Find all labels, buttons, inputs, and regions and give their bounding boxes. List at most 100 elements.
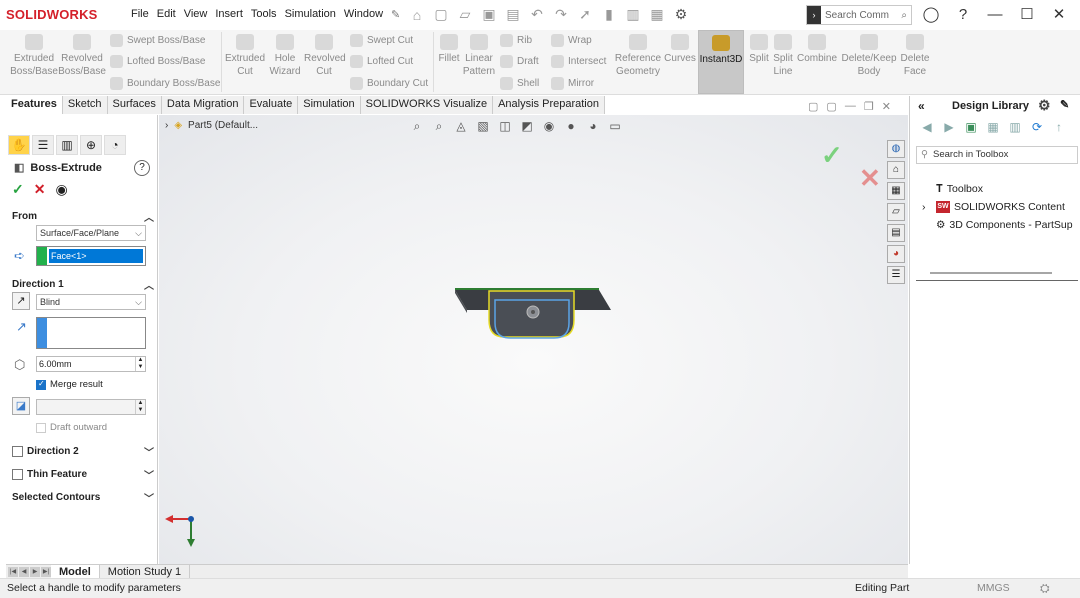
new-document-icon[interactable]: ▢ [432, 6, 450, 23]
collapse-panel-icon[interactable]: « [918, 99, 925, 113]
graphics-area[interactable]: › ◈ Part5 (Default... ⌕ ⌕ ◬ ▧ ◫ ◩ ◉ ● ◕ … [159, 115, 908, 564]
customize-icon[interactable]: ⛭ [1040, 579, 1050, 597]
boundary-boss-button[interactable]: Boundary Boss/Base [110, 77, 220, 90]
delete-keep-body-button[interactable]: Delete/Keep Body [840, 34, 898, 78]
next-tab-icon[interactable]: ▶ [30, 566, 40, 577]
horizontal-scrollbar[interactable] [930, 272, 1052, 274]
tree-item-solidworks-content[interactable]: › SW SOLIDWORKS Content [922, 198, 1073, 216]
fillet-button[interactable]: Fillet [436, 34, 462, 65]
part-model[interactable] [449, 275, 619, 345]
draft-toggle-icon[interactable]: ◪ [12, 397, 30, 415]
rebuild-icon[interactable]: ▮ [600, 6, 618, 23]
menu-window[interactable]: Window [340, 8, 387, 21]
direction-selection-box[interactable] [36, 317, 146, 349]
preview-icon[interactable]: ◉ [55, 181, 67, 198]
tab-motion-study[interactable]: Motion Study 1 [100, 564, 191, 579]
help-button[interactable]: ? [134, 160, 150, 176]
design-library-icon[interactable]: ▦ [887, 182, 905, 200]
apply-scene-icon[interactable]: ◕ [585, 119, 601, 134]
draft-outward-checkbox[interactable]: Draft outward [36, 422, 107, 433]
intersect-button[interactable]: Intersect [551, 55, 606, 68]
menu-edit[interactable]: Edit [153, 8, 180, 21]
refresh-icon[interactable]: ⟳ [1028, 120, 1046, 134]
tab-analysis-preparation[interactable]: Analysis Preparation [493, 96, 605, 114]
add-location-icon[interactable]: ▣ [962, 120, 980, 134]
mirror-button[interactable]: Mirror [551, 77, 594, 90]
tree-item-3d-components[interactable]: ⚙ 3D Components - PartSup [922, 216, 1073, 234]
end-condition-select[interactable]: Blind ⌵ [36, 294, 146, 310]
pin-icon[interactable]: ✎ [1060, 98, 1069, 111]
wrap-button[interactable]: Wrap [551, 34, 592, 47]
search-input[interactable]: Search Comm [821, 10, 901, 21]
last-tab-icon[interactable]: ▶| [41, 566, 51, 577]
curves-button[interactable]: Curves [664, 34, 696, 65]
depth-input[interactable]: 6.00mm ▲ ▼ [36, 356, 146, 372]
create-folder-icon[interactable]: ▦ [984, 120, 1002, 134]
redo-icon[interactable]: ↷ [552, 6, 570, 23]
display-manager-icon[interactable]: ◔ [104, 135, 126, 155]
tab-data-migration[interactable]: Data Migration [161, 96, 245, 114]
view-palette-icon[interactable]: ▤ [887, 224, 905, 242]
close-icon[interactable]: ✕ [882, 100, 891, 113]
delete-face-button[interactable]: Delete Face [898, 34, 932, 78]
combine-button[interactable]: Combine [796, 34, 838, 65]
extruded-cut-button[interactable]: Extruded Cut [224, 34, 266, 78]
unit-system[interactable]: MMGS [977, 579, 1010, 597]
boundary-cut-button[interactable]: Boundary Cut [350, 77, 428, 90]
tab-sketch[interactable]: Sketch [62, 96, 108, 114]
help-icon[interactable]: ? [952, 6, 974, 23]
first-tab-icon[interactable]: |◀ [8, 566, 18, 577]
rib-button[interactable]: Rib [500, 34, 532, 47]
undo-icon[interactable]: ↶ [528, 6, 546, 23]
tab-solidworks-visualize[interactable]: SOLIDWORKS Visualize [360, 96, 494, 114]
minimize-icon[interactable]: — [845, 100, 856, 113]
split-button[interactable]: Split [747, 34, 771, 65]
swept-cut-button[interactable]: Swept Cut [350, 34, 413, 47]
zoom-to-area-icon[interactable]: ⌕ [431, 119, 447, 134]
zoom-to-fit-icon[interactable]: ⌕ [409, 119, 425, 134]
back-icon[interactable]: ◀ [918, 120, 936, 134]
previous-view-icon[interactable]: ◬ [453, 119, 469, 134]
view-settings-icon[interactable]: ▭ [607, 119, 623, 134]
reverse-direction-icon[interactable]: ↗ [12, 292, 30, 310]
gear-icon[interactable]: ⚙ [1038, 97, 1051, 114]
ok-icon[interactable]: ✓ [12, 181, 24, 198]
linear-pattern-button[interactable]: Linear Pattern [462, 34, 496, 78]
cancel-icon[interactable]: ✕ [34, 181, 46, 198]
home-icon[interactable]: ⌂ [887, 161, 905, 179]
select-icon[interactable]: ➚ [576, 6, 594, 23]
expand-arrow-icon[interactable]: › [922, 201, 932, 213]
expand-arrow-icon[interactable]: › [165, 120, 168, 131]
draft-button[interactable]: Draft [500, 55, 539, 68]
file-explorer-icon[interactable]: ▱ [887, 203, 905, 221]
search-icon[interactable]: ⌕ [901, 10, 911, 21]
swept-boss-button[interactable]: Swept Boss/Base [110, 34, 205, 47]
tile-vertical-icon[interactable]: ▢ [826, 100, 836, 113]
extruded-boss-button[interactable]: Extruded Boss/Base [10, 34, 58, 78]
menu-insert[interactable]: Insert [211, 8, 247, 21]
file-properties-icon[interactable]: ▥ [624, 6, 642, 23]
selected-contours-section-header[interactable]: Selected Contours ﹀ [12, 490, 154, 505]
options-icon[interactable]: ▦ [648, 6, 666, 23]
hole-wizard-button[interactable]: Hole Wizard [266, 34, 304, 78]
minimize-icon[interactable]: — [984, 6, 1006, 23]
confirm-ok-icon[interactable]: ✓ [821, 140, 843, 171]
reference-geometry-button[interactable]: Reference Geometry [612, 34, 664, 78]
configuration-manager-icon[interactable]: ▥ [56, 135, 78, 155]
menu-simulation[interactable]: Simulation [281, 8, 340, 21]
panel-divider[interactable] [916, 280, 1078, 281]
feature-tree-flyout[interactable]: › ◈ Part5 (Default... [165, 120, 258, 131]
lofted-boss-button[interactable]: Lofted Boss/Base [110, 55, 205, 68]
instant3d-button[interactable]: Instant3D [698, 30, 744, 94]
view-orientation-icon[interactable]: ◫ [497, 119, 513, 134]
spinner-icon[interactable]: ▲ ▼ [135, 400, 145, 414]
direction1-section-header[interactable]: Direction 1 ︿ [12, 277, 154, 292]
edit-appearance-icon[interactable]: ● [563, 119, 579, 134]
appearances-icon[interactable]: ◕ [887, 245, 905, 263]
tab-simulation[interactable]: Simulation [298, 96, 361, 114]
section-view-icon[interactable]: ▧ [475, 119, 491, 134]
menu-view[interactable]: View [180, 8, 212, 21]
tab-surfaces[interactable]: Surfaces [107, 96, 162, 114]
up-one-level-icon[interactable]: ↑ [1050, 120, 1068, 134]
tree-item-toolbox[interactable]: 𝐓 Toolbox [922, 180, 1073, 198]
